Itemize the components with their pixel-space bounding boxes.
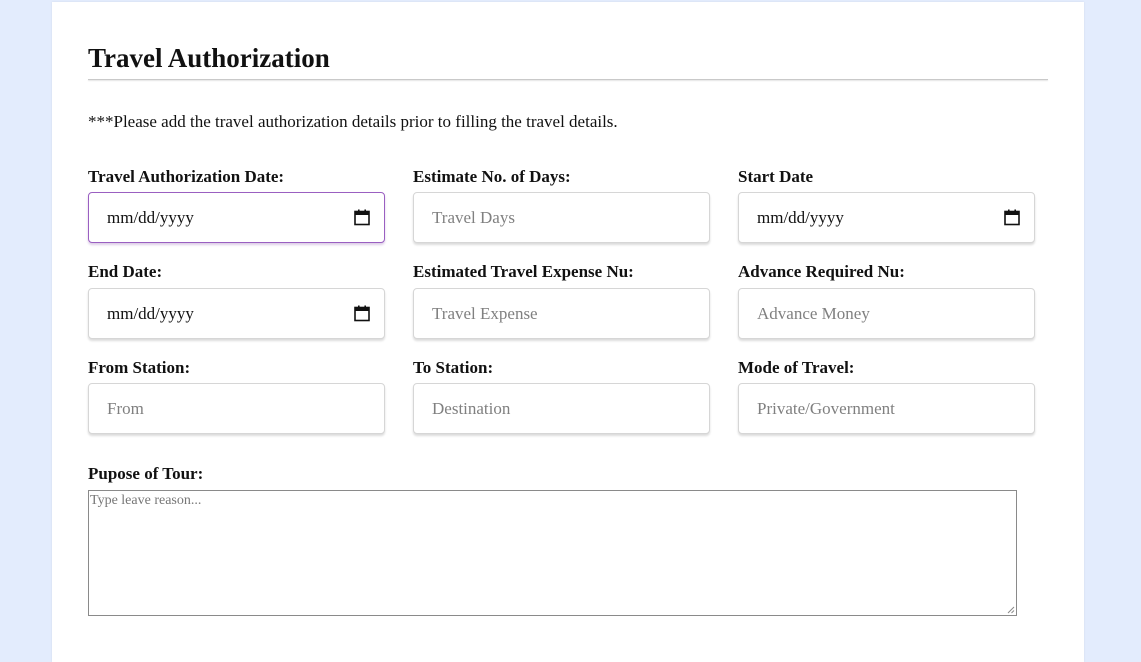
expense-input[interactable] <box>414 289 709 338</box>
est-days-field[interactable] <box>413 192 710 243</box>
title-divider <box>88 79 1048 80</box>
to-station-field[interactable] <box>413 383 710 434</box>
advance-field[interactable] <box>738 288 1035 339</box>
mode-field[interactable] <box>738 383 1035 434</box>
to-station-label: To Station: <box>413 358 494 377</box>
est-days-input[interactable] <box>414 193 709 242</box>
calendar-icon[interactable] <box>354 209 370 226</box>
instruction-note: ***Please add the travel authorization d… <box>88 112 618 131</box>
purpose-textarea[interactable] <box>88 490 1017 616</box>
auth-date-label: Travel Authorization Date: <box>88 167 285 186</box>
start-date-field[interactable]: mm/dd/yyyy <box>738 192 1035 243</box>
to-station-input[interactable] <box>414 384 709 433</box>
auth-date-value: mm/dd/yyyy <box>107 208 194 227</box>
start-date-label: Start Date <box>738 167 814 186</box>
from-station-label: From Station: <box>88 358 191 377</box>
end-date-value: mm/dd/yyyy <box>107 304 194 323</box>
est-days-label: Estimate No. of Days: <box>413 167 571 186</box>
form-card: Travel Authorization ***Please add the t… <box>52 2 1084 662</box>
calendar-icon[interactable] <box>354 305 370 322</box>
from-station-input[interactable] <box>89 384 384 433</box>
advance-label: Advance Required Nu: <box>738 262 905 281</box>
mode-input[interactable] <box>739 384 1034 433</box>
expense-label: Estimated Travel Expense Nu: <box>413 262 634 281</box>
calendar-icon[interactable] <box>1004 209 1020 226</box>
advance-input[interactable] <box>739 289 1034 338</box>
page-title: Travel Authorization <box>88 43 330 73</box>
from-station-field[interactable] <box>88 383 385 434</box>
purpose-label: Pupose of Tour: <box>88 464 204 483</box>
auth-date-field[interactable]: mm/dd/yyyy <box>88 192 385 243</box>
end-date-label: End Date: <box>88 262 163 281</box>
end-date-field[interactable]: mm/dd/yyyy <box>88 288 385 339</box>
mode-label: Mode of Travel: <box>738 358 855 377</box>
resize-grip-icon[interactable] <box>1007 606 1015 614</box>
expense-field[interactable] <box>413 288 710 339</box>
start-date-value: mm/dd/yyyy <box>757 208 844 227</box>
